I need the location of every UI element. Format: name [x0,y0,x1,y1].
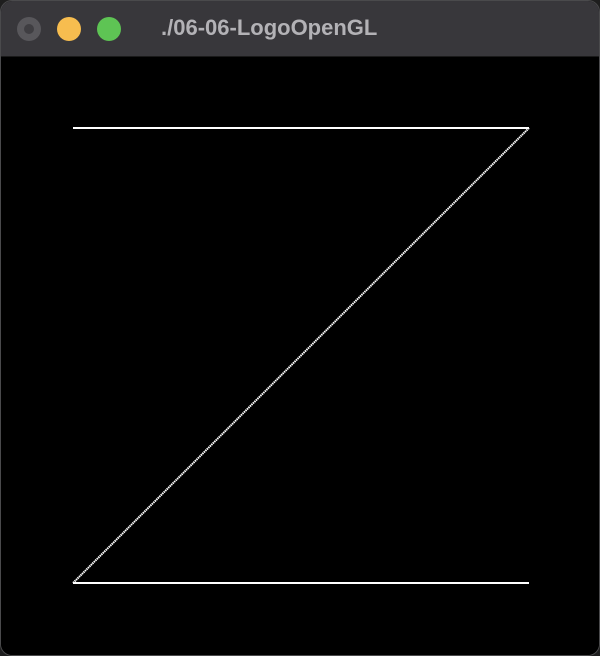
z-logo [72,127,530,584]
window-title: ./06-06-LogoOpenGL [161,15,378,40]
minimize-button[interactable] [57,17,81,41]
app-window: ./06-06-LogoOpenGL [0,0,600,656]
zoom-button[interactable] [97,17,121,41]
opengl-canvas[interactable] [1,57,599,655]
z-diagonal-stroke [72,127,530,584]
title-bar[interactable]: ./06-06-LogoOpenGL [1,1,599,57]
close-icon [24,24,34,34]
close-button[interactable] [17,17,41,41]
